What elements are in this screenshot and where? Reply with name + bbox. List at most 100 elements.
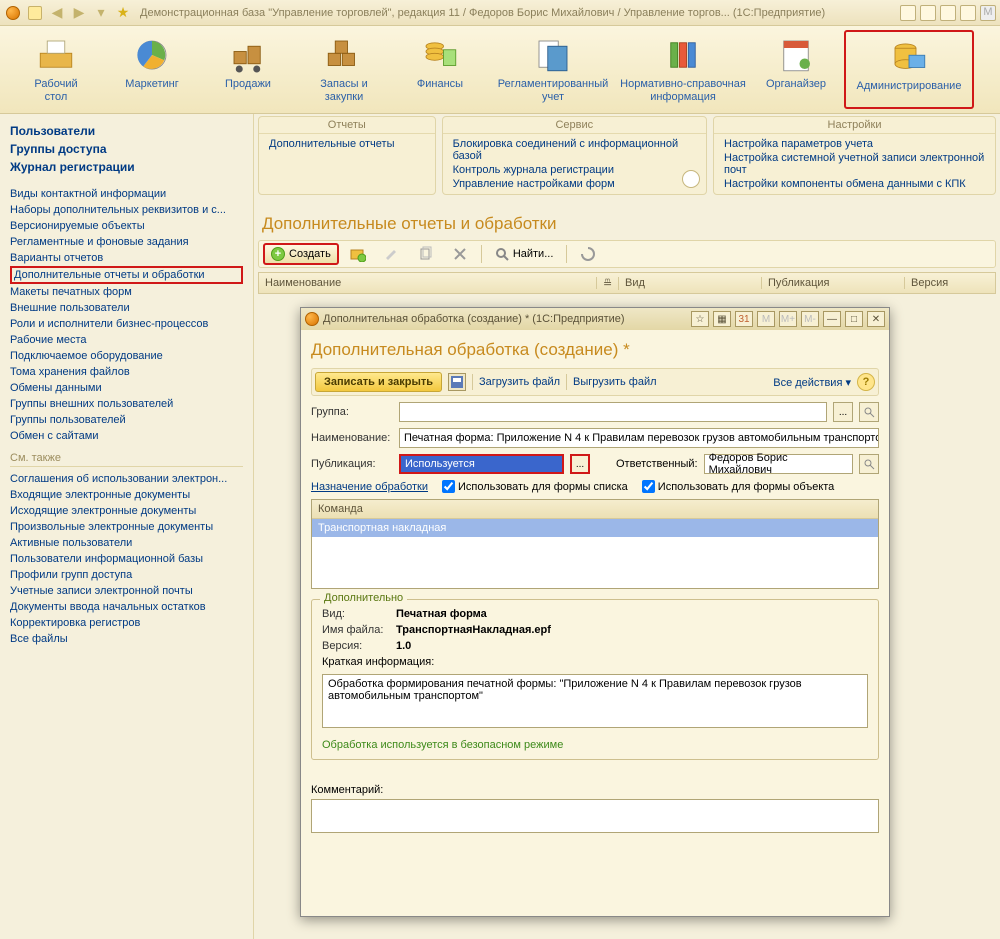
toolbar-m-icon[interactable]: M bbox=[980, 5, 996, 21]
nav-workplaces[interactable]: Рабочие места bbox=[10, 332, 243, 348]
nav-equipment[interactable]: Подключаемое оборудование bbox=[10, 348, 243, 364]
save-button[interactable] bbox=[448, 373, 466, 391]
group-search-button[interactable] bbox=[859, 402, 879, 422]
new-folder-button[interactable] bbox=[343, 243, 373, 265]
unload-file-link[interactable]: Выгрузить файл bbox=[573, 376, 657, 388]
service-link-forms[interactable]: Управление настройками форм bbox=[453, 177, 696, 191]
col-name[interactable]: Наименование bbox=[259, 277, 597, 289]
toolbar-fav-icon[interactable] bbox=[900, 5, 916, 21]
settings-link-params[interactable]: Настройка параметров учета bbox=[724, 137, 985, 151]
settings-link-mail[interactable]: Настройка системной учетной записи элект… bbox=[724, 151, 985, 177]
nav-addl-reports[interactable]: Дополнительные отчеты и обработки bbox=[10, 266, 243, 284]
section-stock[interactable]: Запасы и закупки bbox=[296, 30, 392, 109]
left-nav: Пользователи Группы доступа Журнал регис… bbox=[0, 114, 254, 939]
chk-object-form[interactable]: Использовать для формы объекта bbox=[642, 480, 835, 493]
dlg-cal-icon[interactable]: 31 bbox=[735, 311, 753, 327]
menu-icon[interactable] bbox=[26, 4, 44, 22]
section-refs[interactable]: Нормативно-справочная информация bbox=[618, 30, 748, 109]
toolbar-calendar-icon[interactable] bbox=[960, 5, 976, 21]
load-file-link[interactable]: Загрузить файл bbox=[479, 376, 560, 388]
nav-all-files[interactable]: Все файлы bbox=[10, 631, 243, 647]
settings-link-pda[interactable]: Настройки компоненты обмена данными с КП… bbox=[724, 177, 985, 191]
nav-edoc-any[interactable]: Произвольные электронные документы bbox=[10, 519, 243, 535]
nav-ib-users[interactable]: Пользователи информационной базы bbox=[10, 551, 243, 567]
nav-register-corr[interactable]: Корректировка регистров bbox=[10, 615, 243, 631]
service-link-block[interactable]: Блокировка соединений с информационной б… bbox=[453, 137, 696, 163]
comment-input[interactable] bbox=[311, 799, 879, 833]
section-admin[interactable]: Администрирование bbox=[844, 30, 974, 109]
save-and-close-button[interactable]: Записать и закрыть bbox=[315, 372, 442, 392]
nav-ext-users[interactable]: Внешние пользователи bbox=[10, 300, 243, 316]
service-link-log[interactable]: Контроль журнала регистрации bbox=[453, 163, 696, 177]
nav-fwd-icon[interactable]: ▶ bbox=[70, 4, 88, 22]
nav-versioned[interactable]: Версионируемые объекты bbox=[10, 218, 243, 234]
dlg-fav-icon[interactable]: ☆ bbox=[691, 311, 709, 327]
nav-data-exchange[interactable]: Обмены данными bbox=[10, 380, 243, 396]
panel-reports-link[interactable]: Дополнительные отчеты bbox=[269, 137, 425, 151]
refresh-button[interactable] bbox=[573, 243, 603, 265]
nav-access-profiles[interactable]: Профили групп доступа bbox=[10, 567, 243, 583]
section-sales[interactable]: Продажи bbox=[200, 30, 296, 109]
name-input[interactable]: Печатная форма: Приложение N 4 к Правила… bbox=[399, 428, 879, 448]
nav-mail-accounts[interactable]: Учетные записи электронной почты bbox=[10, 583, 243, 599]
toolbar-history-icon[interactable] bbox=[920, 5, 936, 21]
panel-expand-icon[interactable] bbox=[682, 170, 700, 188]
nav-active-users[interactable]: Активные пользователи bbox=[10, 535, 243, 551]
nav-scheduled[interactable]: Регламентные и фоновые задания bbox=[10, 234, 243, 250]
copy-button[interactable] bbox=[411, 243, 441, 265]
resp-search-button[interactable] bbox=[859, 454, 879, 474]
pub-select-button[interactable]: ... bbox=[570, 454, 590, 474]
create-button[interactable]: +Создать bbox=[263, 243, 339, 265]
col-sort-icon[interactable]: ≞ bbox=[597, 277, 619, 290]
nav-print-layouts[interactable]: Макеты печатных форм bbox=[10, 284, 243, 300]
section-desktop[interactable]: Рабочий стол bbox=[8, 30, 104, 109]
pub-input[interactable]: Используется bbox=[399, 454, 564, 474]
dlg-mplus-icon[interactable]: M+ bbox=[779, 311, 797, 327]
nav-edoc-out[interactable]: Исходящие электронные документы bbox=[10, 503, 243, 519]
nav-edoc-agreements[interactable]: Соглашения об использовании электрон... bbox=[10, 471, 243, 487]
all-actions-button[interactable]: Все действия ▾ bbox=[773, 376, 851, 389]
command-row[interactable]: Транспортная накладная bbox=[312, 519, 878, 537]
nav-ext-user-groups[interactable]: Группы внешних пользователей bbox=[10, 396, 243, 412]
col-ver[interactable]: Версия bbox=[905, 277, 995, 289]
find-button[interactable]: Найти... bbox=[488, 244, 561, 264]
section-finance[interactable]: Финансы bbox=[392, 30, 488, 109]
resp-input[interactable]: Федоров Борис Михайлович bbox=[704, 454, 853, 474]
toolbar-calc-icon[interactable] bbox=[940, 5, 956, 21]
nav-edoc-in[interactable]: Входящие электронные документы bbox=[10, 487, 243, 503]
nav-log[interactable]: Журнал регистрации bbox=[10, 158, 243, 176]
nav-dropdown-icon[interactable]: ▾ bbox=[92, 4, 110, 22]
help-button[interactable]: ? bbox=[857, 373, 875, 391]
nav-report-variants[interactable]: Варианты отчетов bbox=[10, 250, 243, 266]
nav-contact-kinds[interactable]: Виды контактной информации bbox=[10, 186, 243, 202]
dlg-minimize-button[interactable]: — bbox=[823, 311, 841, 327]
assignment-link[interactable]: Назначение обработки bbox=[311, 481, 428, 493]
dialog-titlebar[interactable]: Дополнительная обработка (создание) * (1… bbox=[301, 308, 889, 330]
section-regacct[interactable]: Регламентированный учет bbox=[488, 30, 618, 109]
dlg-calc-icon[interactable]: ▦ bbox=[713, 311, 731, 327]
favorite-icon[interactable]: ★ bbox=[114, 4, 132, 22]
info-textarea[interactable] bbox=[322, 674, 868, 728]
dlg-maximize-button[interactable]: □ bbox=[845, 311, 863, 327]
group-select-button[interactable]: ... bbox=[833, 402, 853, 422]
edit-button[interactable] bbox=[377, 243, 407, 265]
nav-site-exchange[interactable]: Обмен с сайтами bbox=[10, 428, 243, 444]
nav-user-groups[interactable]: Группы пользователей bbox=[10, 412, 243, 428]
nav-initial-balances[interactable]: Документы ввода начальных остатков bbox=[10, 599, 243, 615]
dlg-mminus-icon[interactable]: M- bbox=[801, 311, 819, 327]
nav-users[interactable]: Пользователи bbox=[10, 122, 243, 140]
dlg-close-button[interactable]: ✕ bbox=[867, 311, 885, 327]
col-pub[interactable]: Публикация bbox=[762, 277, 905, 289]
section-marketing[interactable]: Маркетинг bbox=[104, 30, 200, 109]
col-kind[interactable]: Вид bbox=[619, 277, 762, 289]
section-organizer[interactable]: Органайзер bbox=[748, 30, 844, 109]
nav-storage-volumes[interactable]: Тома хранения файлов bbox=[10, 364, 243, 380]
group-input[interactable] bbox=[399, 402, 827, 422]
nav-groups[interactable]: Группы доступа bbox=[10, 140, 243, 158]
chk-list-form[interactable]: Использовать для формы списка bbox=[442, 480, 628, 493]
nav-back-icon[interactable]: ◀ bbox=[48, 4, 66, 22]
delete-button[interactable] bbox=[445, 243, 475, 265]
dlg-m-icon[interactable]: M bbox=[757, 311, 775, 327]
nav-roles[interactable]: Роли и исполнители бизнес-процессов bbox=[10, 316, 243, 332]
nav-extra-attrs[interactable]: Наборы дополнительных реквизитов и с... bbox=[10, 202, 243, 218]
